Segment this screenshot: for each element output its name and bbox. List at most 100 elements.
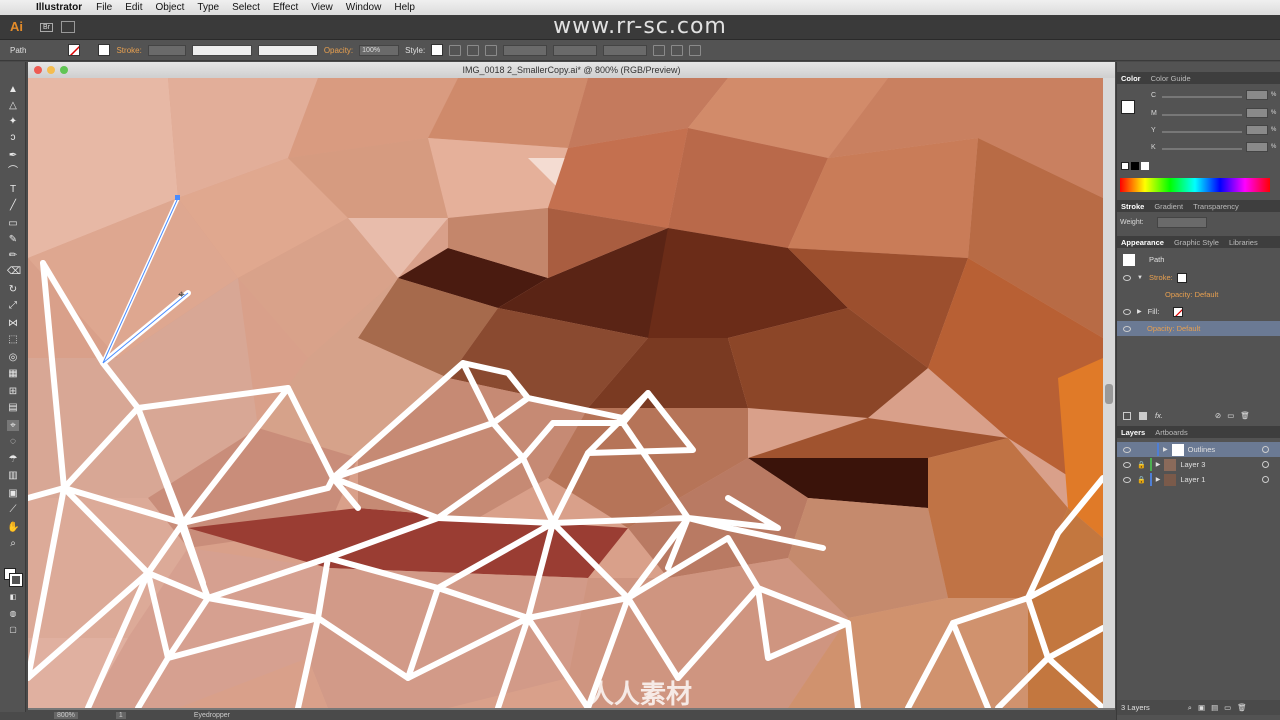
layer-target-icon[interactable] xyxy=(1262,446,1269,453)
expand-arrow-icon[interactable]: ▶ xyxy=(1156,461,1161,468)
color-fill-stroke-icon[interactable] xyxy=(1121,100,1135,114)
type-tool-icon[interactable]: T xyxy=(7,184,19,195)
weight-field[interactable] xyxy=(1157,217,1207,228)
lasso-tool-icon[interactable]: ↄ xyxy=(7,132,19,143)
layer-row[interactable]: 🔒 ▶ Layer 1 xyxy=(1117,472,1280,487)
create-new-layer-icon[interactable]: ▭ xyxy=(1224,703,1231,712)
locate-object-icon[interactable]: ⌕ xyxy=(1188,703,1192,713)
tab-gradient[interactable]: Gradient xyxy=(1154,202,1183,211)
channel-k-value[interactable] xyxy=(1246,142,1268,152)
align-to-icon[interactable] xyxy=(467,44,480,56)
screen-mode-icon[interactable]: ▢ xyxy=(7,624,19,635)
rotate-tool-icon[interactable]: ↻ xyxy=(7,284,19,295)
app-menu[interactable]: Illustrator xyxy=(36,2,82,13)
zoom-level[interactable]: 800% xyxy=(54,711,78,719)
tab-color[interactable]: Color xyxy=(1121,74,1141,83)
free-transform-tool-icon[interactable]: ⬚ xyxy=(7,334,19,345)
tab-stroke[interactable]: Stroke xyxy=(1121,202,1144,211)
menu-type[interactable]: Type xyxy=(197,2,219,13)
opacity-row-label[interactable]: Opacity: Default xyxy=(1147,324,1200,333)
channel-y-slider[interactable] xyxy=(1162,131,1242,133)
layer-row[interactable]: ▶ Outlines xyxy=(1117,442,1280,457)
add-new-stroke-icon[interactable] xyxy=(1123,411,1131,420)
tab-libraries[interactable]: Libraries xyxy=(1229,238,1258,247)
magic-wand-tool-icon[interactable]: ✦ xyxy=(7,116,19,127)
stroke-weight-field[interactable] xyxy=(147,44,186,56)
line-tool-icon[interactable]: ╱ xyxy=(7,200,19,211)
appearance-stroke-row[interactable]: ▼ Stroke: xyxy=(1117,270,1280,285)
width-tool-icon[interactable]: ⋈ xyxy=(7,318,19,329)
channel-m-value[interactable] xyxy=(1246,108,1268,118)
appearance-opacity-row[interactable]: Opacity: Default xyxy=(1117,321,1280,336)
eyedropper-tool-icon[interactable]: ⌖ xyxy=(7,420,19,431)
color-mode-icon[interactable]: ◧ xyxy=(7,592,19,603)
menu-window[interactable]: Window xyxy=(346,2,382,13)
layer-name[interactable]: Layer 1 xyxy=(1180,475,1205,484)
lock-icon[interactable]: 🔒 xyxy=(1137,476,1146,484)
expand-arrow-icon[interactable]: ▶ xyxy=(1156,476,1161,483)
visibility-eye-icon[interactable] xyxy=(1123,461,1131,468)
menu-edit[interactable]: Edit xyxy=(125,2,142,13)
menu-view[interactable]: View xyxy=(311,2,333,13)
tab-graphic-style[interactable]: Graphic Style xyxy=(1174,238,1219,247)
collapse-arrow-icon[interactable]: ▶ xyxy=(1137,308,1142,315)
visibility-eye-icon[interactable] xyxy=(1123,308,1131,315)
menu-object[interactable]: Object xyxy=(155,2,184,13)
fill-dropdown-icon[interactable] xyxy=(86,45,92,56)
layer-row[interactable]: 🔒 ▶ Layer 3 xyxy=(1117,457,1280,472)
close-window-button[interactable] xyxy=(34,66,42,74)
graphic-style-swatch[interactable] xyxy=(431,44,444,56)
delete-item-icon[interactable]: 🗑 xyxy=(1240,411,1250,420)
fill-swatch[interactable] xyxy=(68,44,81,56)
draw-mode-icon[interactable]: ◍ xyxy=(7,608,19,619)
pen-tool-icon[interactable]: ✒ xyxy=(7,150,19,161)
tab-appearance[interactable]: Appearance xyxy=(1121,238,1164,247)
panel-menu-icon[interactable] xyxy=(689,44,702,56)
stroke-swatch[interactable] xyxy=(98,44,111,56)
lock-icon[interactable]: 🔒 xyxy=(1137,461,1146,469)
minimize-window-button[interactable] xyxy=(47,66,55,74)
brush-definition[interactable] xyxy=(257,44,318,56)
direct-selection-tool-icon[interactable]: △ xyxy=(7,100,19,111)
stroke-row-label[interactable]: Stroke: xyxy=(1149,273,1173,282)
menu-select[interactable]: Select xyxy=(232,2,260,13)
scale-tool-icon[interactable]: ⤢ xyxy=(7,300,19,311)
channel-m-slider[interactable] xyxy=(1162,114,1242,116)
clear-appearance-icon[interactable]: ⊘ xyxy=(1215,411,1221,420)
channel-c-slider[interactable] xyxy=(1162,96,1242,98)
channel-y-value[interactable] xyxy=(1246,125,1268,135)
gradient-tool-icon[interactable]: ▤ xyxy=(7,402,19,413)
channel-k-slider[interactable] xyxy=(1162,148,1242,150)
zoom-window-button[interactable] xyxy=(60,66,68,74)
arrange-documents-icon[interactable] xyxy=(61,21,75,33)
appearance-stroke-opacity-row[interactable]: Opacity: Default xyxy=(1117,287,1280,302)
menu-effect[interactable]: Effect xyxy=(273,2,298,13)
layer-name[interactable]: Layer 3 xyxy=(1180,460,1205,469)
symbol-sprayer-tool-icon[interactable]: ☂ xyxy=(7,454,19,465)
isolate-group-icon[interactable] xyxy=(653,44,666,56)
selection-tool-icon[interactable]: ▲ xyxy=(7,84,19,95)
stroke-row-swatch[interactable] xyxy=(1176,272,1187,283)
artboard-number[interactable]: 1 xyxy=(115,711,126,719)
column-graph-tool-icon[interactable]: ▥ xyxy=(7,470,19,481)
paintbrush-tool-icon[interactable]: ✎ xyxy=(7,234,19,245)
zoom-tool-icon[interactable]: ⌕ xyxy=(7,538,19,549)
layer-target-icon[interactable] xyxy=(1262,461,1269,468)
duplicate-item-icon[interactable]: ▭ xyxy=(1227,411,1234,420)
pencil-tool-icon[interactable]: ✏ xyxy=(7,250,19,261)
layer-target-icon[interactable] xyxy=(1262,476,1269,483)
fill-row-swatch[interactable] xyxy=(1173,306,1184,317)
visibility-eye-icon[interactable] xyxy=(1123,274,1131,281)
fill-stroke-swatches[interactable] xyxy=(4,568,23,587)
expand-arrow-icon[interactable]: ▶ xyxy=(1163,446,1168,453)
transform-icon[interactable] xyxy=(485,44,498,56)
scroll-thumb[interactable] xyxy=(1105,384,1113,404)
slice-tool-icon[interactable]: ⟋ xyxy=(7,504,19,515)
hand-tool-icon[interactable]: ✋ xyxy=(7,522,19,533)
vertical-scrollbar[interactable] xyxy=(1103,78,1115,708)
perspective-grid-tool-icon[interactable]: ▦ xyxy=(7,368,19,379)
bridge-button[interactable]: Br xyxy=(40,22,53,32)
align-options[interactable] xyxy=(503,44,548,56)
curvature-tool-icon[interactable]: ⌒ xyxy=(7,166,19,177)
create-sublayer-icon[interactable]: ▤ xyxy=(1211,703,1218,712)
